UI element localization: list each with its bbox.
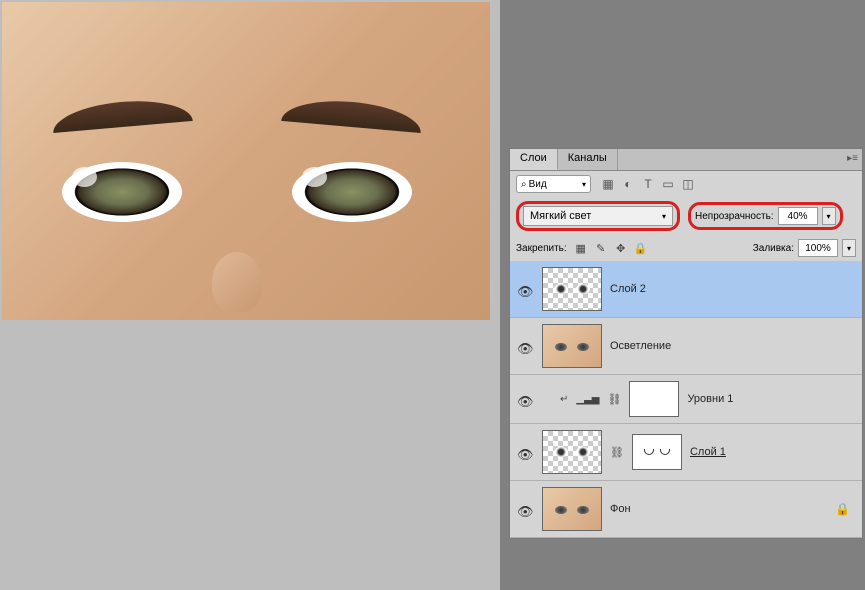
opacity-input[interactable]	[778, 207, 818, 225]
tab-layers[interactable]: Слои	[510, 149, 558, 170]
fill-input[interactable]	[798, 239, 838, 257]
lock-indicator-icon: 🔒	[835, 502, 850, 516]
fill-label: Заливка:	[753, 243, 794, 254]
lock-row: Закрепить: ▦ ✎ ✥ 🔒 Заливка: ▾	[510, 235, 862, 261]
layer-thumbnail[interactable]	[542, 324, 602, 368]
blend-row: Мягкий свет ▾ Непрозрачность: ▾	[510, 197, 862, 235]
opacity-label: Непрозрачность:	[695, 211, 774, 222]
layer-name[interactable]: Уровни 1	[687, 393, 733, 405]
filter-type-icon[interactable]: T	[641, 177, 655, 191]
layer-thumbnail[interactable]	[542, 487, 602, 531]
blend-mode-value: Мягкий свет	[530, 210, 591, 222]
lock-position-icon[interactable]: ✥	[613, 240, 629, 256]
layers-panel: Слои Каналы ▸≡ Вид ▾ ▦ ◐ T ▭ ◫ Мягкий св…	[509, 148, 863, 539]
layer-mask-thumbnail[interactable]	[632, 434, 682, 470]
filter-pixel-icon[interactable]: ▦	[601, 177, 615, 191]
layer-name[interactable]: Осветление	[610, 340, 671, 352]
canvas-area	[0, 0, 500, 590]
layer-name[interactable]: Слой 1	[690, 446, 726, 458]
opacity-dropdown-btn[interactable]: ▾	[822, 207, 836, 225]
image-content	[292, 162, 412, 222]
image-content	[51, 96, 193, 133]
filter-type-dropdown[interactable]: Вид ▾	[516, 175, 591, 193]
lock-all-icon[interactable]: 🔒	[633, 240, 649, 256]
levels-icon: ▁▃▅	[576, 394, 599, 405]
layer-item[interactable]: 👁 ↵ ▁▃▅ ⛓ Уровни 1	[510, 375, 862, 424]
layer-thumbnail[interactable]	[542, 430, 602, 474]
image-content	[212, 252, 262, 312]
lock-pixels-icon[interactable]: ✎	[593, 240, 609, 256]
layer-name[interactable]: Фон	[610, 503, 631, 515]
layer-mask-thumbnail[interactable]	[629, 381, 679, 417]
tab-channels[interactable]: Каналы	[558, 149, 618, 170]
layer-name[interactable]: Слой 2	[610, 283, 646, 295]
layer-item[interactable]: 👁 Слой 2	[510, 261, 862, 318]
panel-tabs: Слои Каналы ▸≡	[510, 149, 862, 171]
blend-mode-dropdown[interactable]: Мягкий свет ▾	[523, 206, 673, 226]
link-icon[interactable]: ⛓	[607, 393, 621, 406]
link-icon[interactable]: ⛓	[610, 446, 624, 459]
clip-indicator-icon: ↵	[560, 394, 568, 405]
image-content	[281, 96, 423, 133]
layer-item[interactable]: 👁 Осветление	[510, 318, 862, 375]
layer-list: 👁 Слой 2 👁 Осветление 👁 ↵ ▁▃▅ ⛓ Уровни 1…	[510, 261, 862, 538]
filter-adjustment-icon[interactable]: ◐	[621, 177, 635, 191]
document-image[interactable]	[2, 2, 490, 320]
filter-shape-icon[interactable]: ▭	[661, 177, 675, 191]
visibility-icon[interactable]: 👁	[517, 341, 531, 351]
lock-transparency-icon[interactable]: ▦	[573, 240, 589, 256]
opacity-group: Непрозрачность: ▾	[695, 207, 836, 225]
filter-row: Вид ▾ ▦ ◐ T ▭ ◫	[510, 171, 862, 197]
filter-smart-icon[interactable]: ◫	[681, 177, 695, 191]
image-content	[62, 162, 182, 222]
visibility-icon[interactable]: 👁	[517, 504, 531, 514]
layer-item[interactable]: 👁 ⛓ Слой 1	[510, 424, 862, 481]
fill-dropdown-btn[interactable]: ▾	[842, 239, 856, 257]
filter-icons: ▦ ◐ T ▭ ◫	[601, 177, 695, 191]
visibility-icon[interactable]: 👁	[517, 284, 531, 294]
fill-group: Заливка: ▾	[753, 239, 856, 257]
opacity-highlight: Непрозрачность: ▾	[688, 202, 843, 230]
panel-menu-icon[interactable]: ▸≡	[847, 153, 858, 164]
lock-label: Закрепить:	[516, 243, 567, 254]
visibility-icon[interactable]: 👁	[517, 394, 531, 404]
visibility-icon[interactable]: 👁	[517, 447, 531, 457]
layer-item[interactable]: 👁 Фон 🔒	[510, 481, 862, 538]
filter-label: Вид	[529, 179, 547, 190]
layer-thumbnail[interactable]	[542, 267, 602, 311]
blend-mode-highlight: Мягкий свет ▾	[516, 201, 680, 231]
